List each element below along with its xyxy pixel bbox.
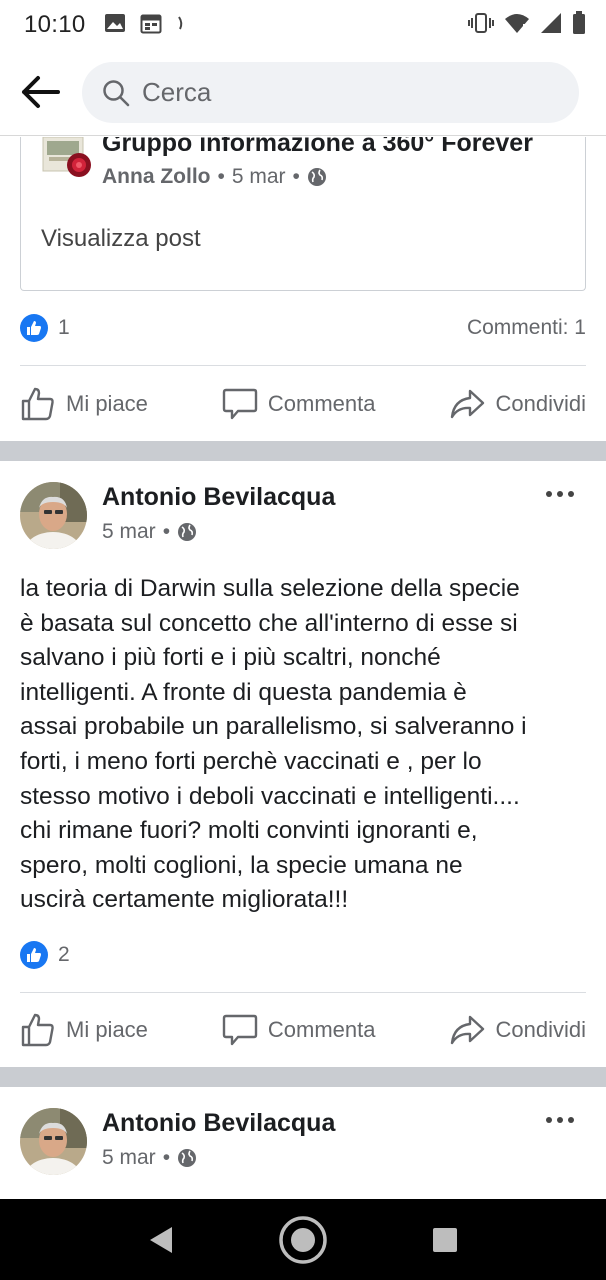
post-author[interactable]: Antonio Bevilacqua (102, 1109, 335, 1138)
comment-icon (222, 1014, 258, 1046)
nav-home-button[interactable] (273, 1210, 333, 1270)
more-dot (557, 1117, 563, 1123)
search-icon (103, 79, 130, 106)
meta-separator: • (217, 165, 225, 188)
status-bar: 10:10 (0, 0, 606, 50)
view-post-link[interactable]: Visualizza post (41, 225, 201, 253)
comment-button[interactable]: Commenta (222, 1012, 376, 1048)
thumbs-up-icon (21, 1013, 54, 1047)
globe-icon (178, 1149, 197, 1167)
system-icons (468, 10, 586, 40)
group-name[interactable]: Gruppo informazione a 360° Forever (102, 137, 533, 158)
feed: Gruppo informazione a 360° Forever Anna … (0, 137, 606, 1199)
avatar[interactable] (20, 1108, 87, 1175)
like-reaction-icon (20, 941, 48, 969)
more-options-button[interactable] (540, 484, 580, 504)
post-actions: Mi piace Commenta Condividi (20, 381, 586, 427)
post-text: la teoria di Darwin sulla selezione dell… (20, 575, 527, 914)
home-circle-icon (279, 1215, 327, 1264)
meta-separator: • (292, 165, 300, 188)
sync-icon (176, 13, 186, 38)
shared-post-card[interactable]: Gruppo informazione a 360° Forever Anna … (20, 137, 586, 291)
nav-back-button[interactable] (131, 1210, 191, 1270)
share-icon (451, 1015, 485, 1045)
comments-count[interactable]: Commenti: 1 (467, 316, 586, 340)
group-avatar (41, 137, 95, 179)
system-navigation-bar (0, 1199, 606, 1280)
reactions-summary[interactable]: 1 Commenti: 1 (20, 313, 586, 343)
post-separator (0, 1067, 606, 1087)
globe-icon (178, 523, 197, 541)
thumbs-up-icon (21, 387, 54, 421)
comment-label: Commenta (267, 1017, 376, 1042)
battery-icon (572, 10, 586, 40)
status-time: 10:10 (24, 11, 86, 38)
search-header (0, 50, 606, 136)
avatar[interactable] (20, 482, 87, 549)
more-dot (557, 491, 563, 497)
globe-icon (307, 168, 326, 186)
reaction-count: 2 (58, 943, 70, 966)
more-dot (568, 1117, 574, 1123)
back-arrow-icon (22, 76, 60, 108)
shared-post-meta: Anna Zollo • 5 mar • (102, 165, 327, 189)
share-label: Condividi (495, 1017, 586, 1042)
meta-separator: • (162, 1146, 171, 1169)
like-reaction-icon (20, 314, 48, 342)
post-meta: 5 mar • (102, 520, 197, 544)
share-button[interactable]: Condividi (449, 386, 586, 422)
search-input[interactable] (142, 77, 542, 108)
calendar-icon (140, 12, 162, 39)
shared-post-author[interactable]: Anna Zollo (102, 165, 211, 189)
search-bar[interactable] (82, 62, 579, 123)
divider (20, 365, 586, 366)
post-actions: Mi piace Commenta Condividi (20, 1007, 586, 1053)
wifi-icon (504, 12, 530, 39)
comment-label: Commenta (267, 391, 376, 416)
post-separator (0, 441, 606, 461)
like-button[interactable]: Mi piace (20, 386, 148, 422)
post-meta: 5 mar • (102, 1146, 197, 1170)
more-dot (546, 491, 552, 497)
more-dot (568, 491, 574, 497)
comment-button[interactable]: Commenta (222, 386, 376, 422)
recents-square-icon (433, 1227, 457, 1252)
back-button[interactable] (18, 70, 62, 114)
like-label: Mi piace (66, 1017, 148, 1042)
divider (20, 992, 586, 993)
more-dot (546, 1117, 552, 1123)
reactions-summary[interactable]: 2 (20, 940, 586, 970)
image-icon (104, 13, 126, 38)
post-author[interactable]: Antonio Bevilacqua (102, 483, 335, 512)
reaction-count: 1 (58, 316, 70, 339)
share-label: Condividi (495, 391, 586, 416)
signal-icon (540, 12, 562, 39)
like-label: Mi piace (66, 391, 148, 416)
nav-recents-button[interactable] (415, 1210, 475, 1270)
shared-post-date[interactable]: 5 mar (232, 165, 286, 189)
like-button[interactable]: Mi piace (20, 1012, 148, 1048)
notification-icons (104, 12, 186, 39)
meta-separator: • (162, 520, 171, 543)
more-options-button[interactable] (540, 1110, 580, 1130)
post-date[interactable]: 5 mar (102, 520, 156, 544)
post-date[interactable]: 5 mar (102, 1146, 156, 1170)
comment-icon (222, 388, 258, 420)
share-icon (451, 389, 485, 419)
share-button[interactable]: Condividi (449, 1012, 586, 1048)
vibrate-icon (468, 12, 494, 39)
back-triangle-icon (150, 1226, 172, 1253)
